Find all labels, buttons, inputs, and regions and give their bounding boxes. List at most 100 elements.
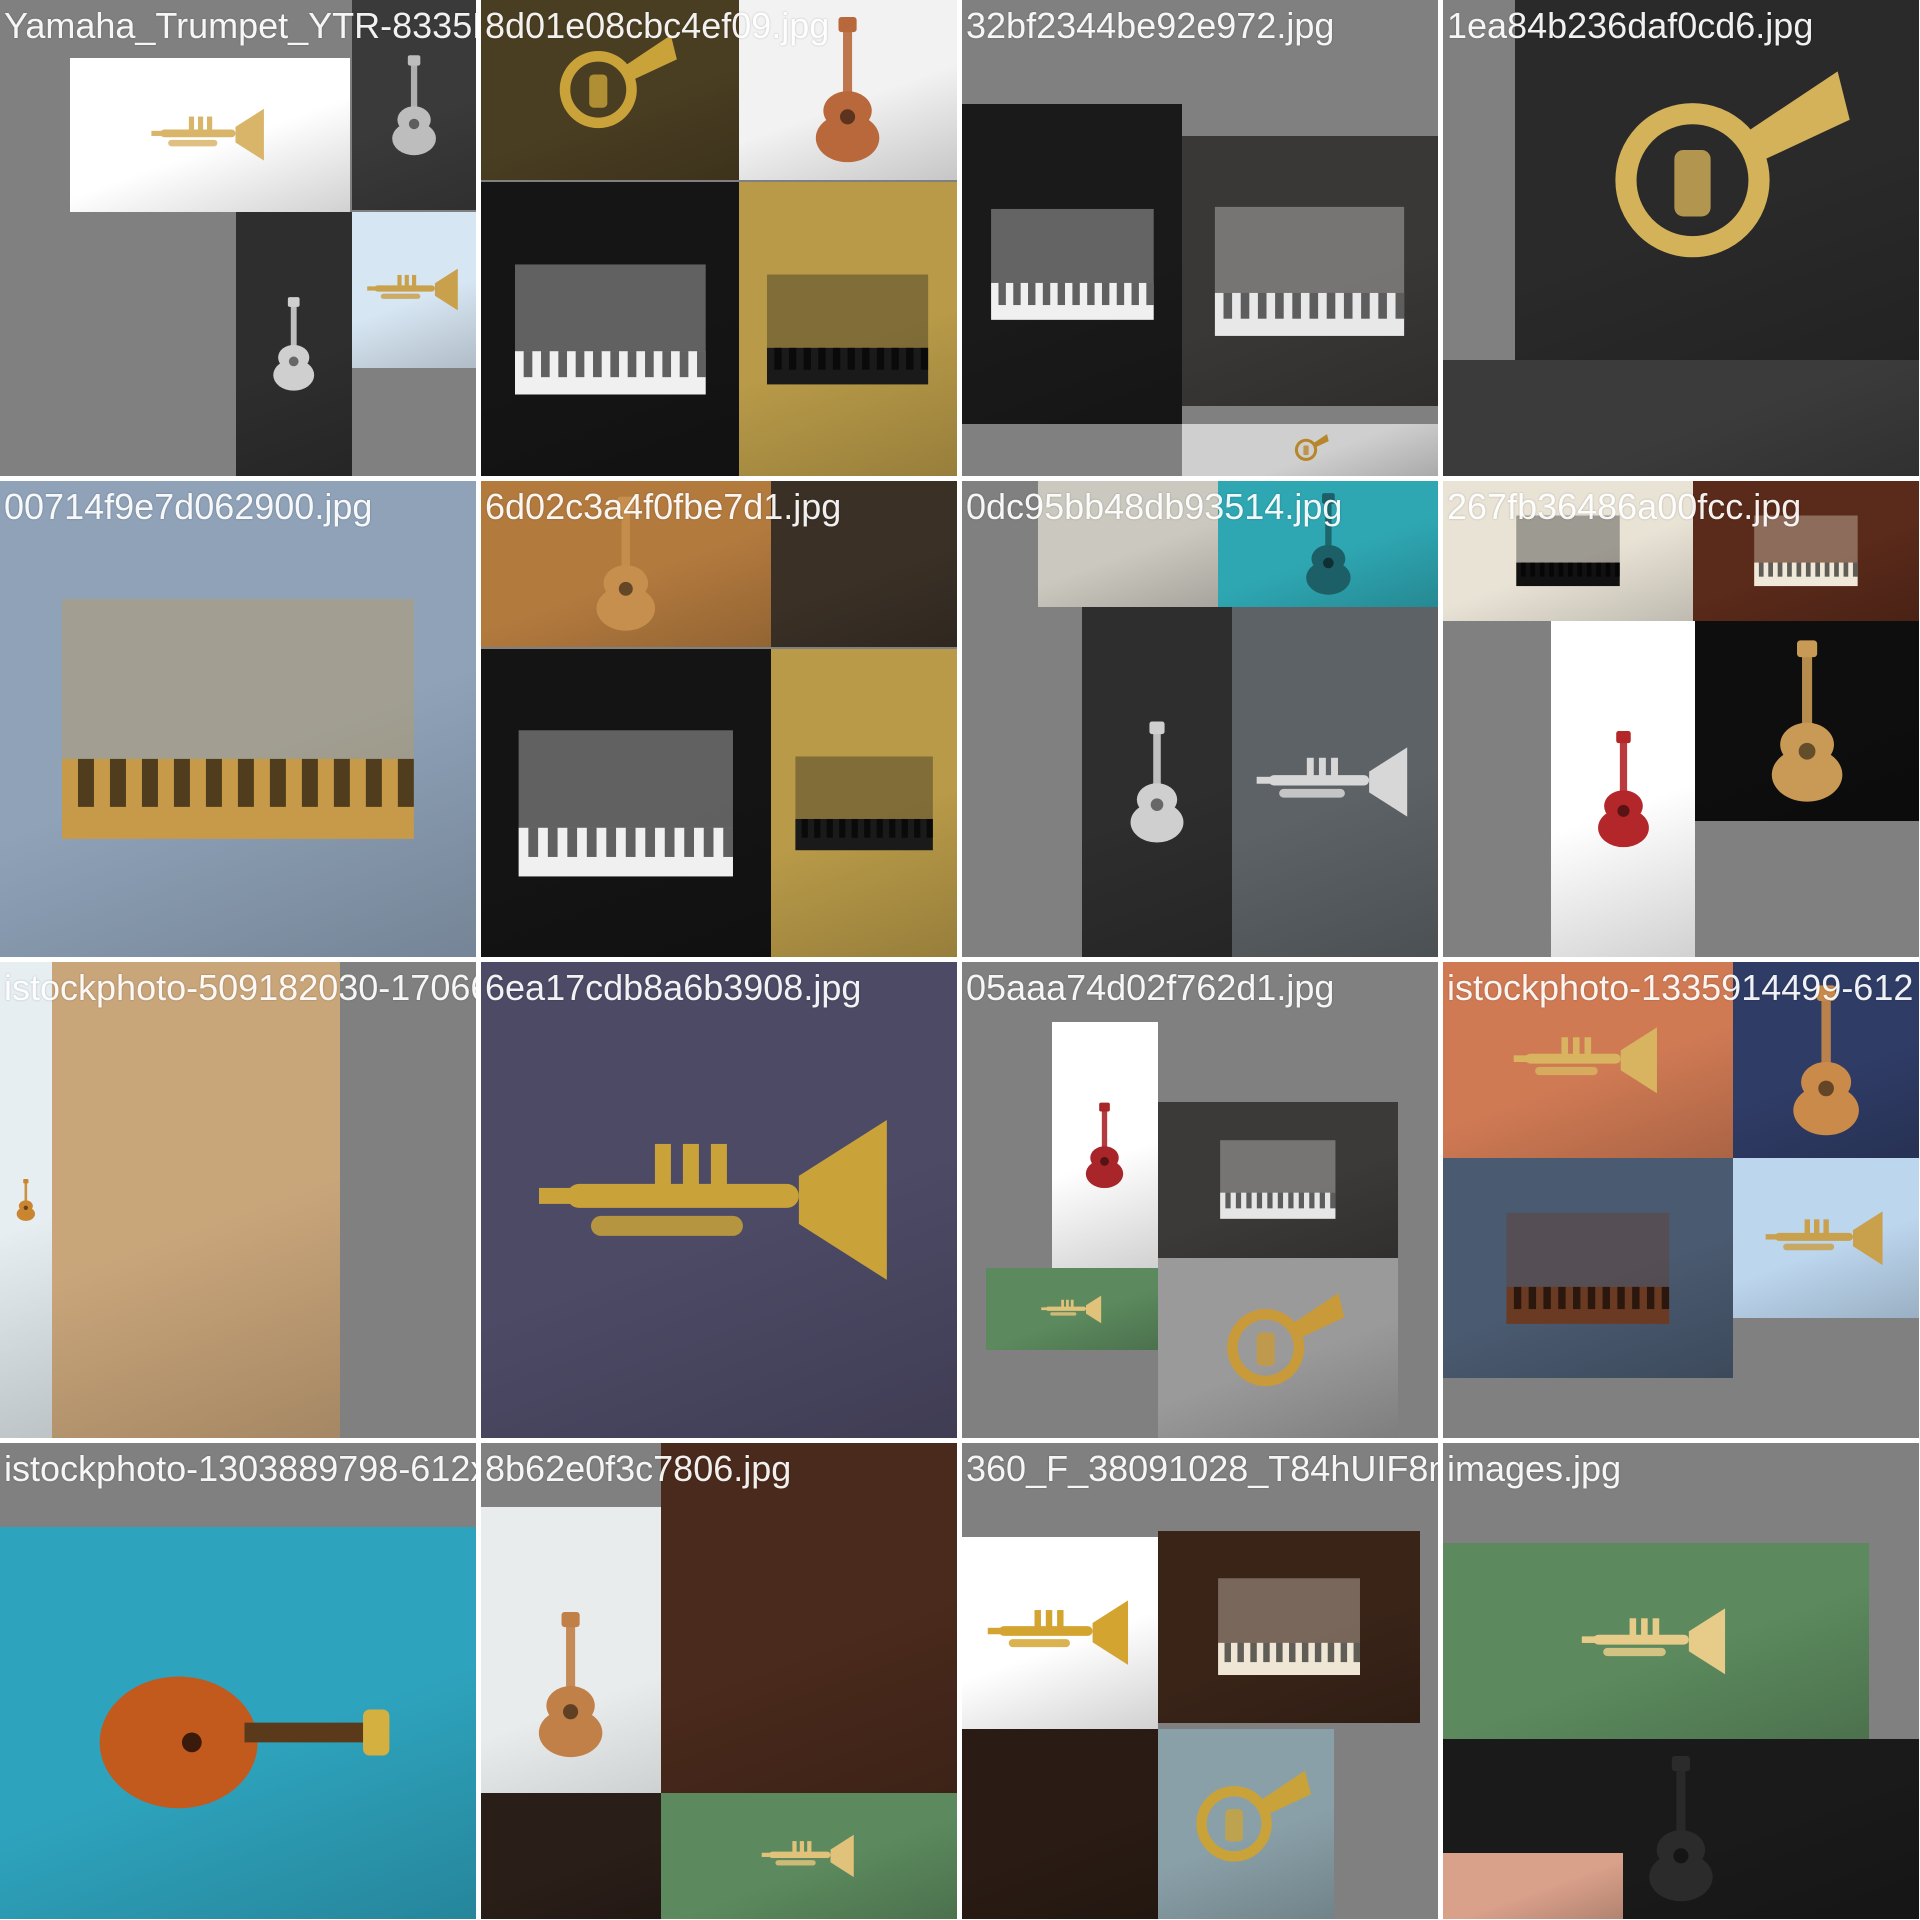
piano-shape (62, 599, 414, 839)
guitar-case-photo (1443, 360, 1919, 476)
guitar-shape (1130, 721, 1184, 843)
file-name-label: 267fb36486a00fcc.jpg (1447, 486, 1802, 527)
file-name-label: istockphoto-1335914499-612 (1447, 967, 1914, 1008)
trumpet-shape (367, 269, 458, 311)
file-name-label: 8d01e08cbc4ef09.jpg (485, 5, 830, 46)
file-name-label: 05aaa74d02f762d1.jpg (966, 967, 1335, 1008)
upright-piano-photo (962, 104, 1182, 424)
grand-piano-stage-photo (1158, 1102, 1398, 1258)
horn-shape (1196, 1770, 1312, 1862)
collage-cell[interactable]: 00714f9e7d062900.jpg (0, 481, 476, 957)
guitar-shape (16, 1179, 36, 1221)
upright-piano-photo (481, 649, 771, 957)
horn-shape (1615, 71, 1851, 258)
trumpet-photo (70, 58, 350, 212)
collage-cell[interactable]: 8d01e08cbc4ef09.jpg (481, 0, 957, 476)
red-electric-guitar-photo (1052, 1022, 1158, 1268)
acoustic-guitar-photo (0, 962, 52, 1438)
file-name-label: images.jpg (1447, 1448, 1622, 1489)
collage-cell[interactable]: 8b62e0f3c7806.jpg (481, 1443, 957, 1919)
collage-cell[interactable]: istockphoto-1303889798-612x612.jpg (0, 1443, 476, 1919)
antique-instrument-photo (481, 1793, 661, 1919)
mandolin-photo (0, 1527, 476, 1919)
antique-instrument-photo (661, 1443, 957, 1793)
collage-cell[interactable]: 0dc95bb48db93514.jpg (962, 481, 1438, 957)
piano-shape (1506, 1212, 1670, 1324)
collage-cell[interactable]: 6ea17cdb8a6b3908.jpg (481, 962, 957, 1438)
red-electric-guitar-photo (1551, 621, 1695, 957)
pianist-photo (1443, 1158, 1733, 1378)
trumpet-green-photo (986, 1268, 1158, 1350)
file-name-label: 6d02c3a4f0fbe7d1.jpg (485, 486, 842, 527)
horn-shape (1227, 1293, 1345, 1387)
upright-piano-photo (481, 182, 739, 476)
trumpet-green-photo (661, 1793, 957, 1919)
file-name-label: 360_F_38091028_T84hUIF8mages.jpg (966, 1448, 1438, 1489)
guitar-body-photo (1443, 1853, 1623, 1919)
piano-shape (1220, 1140, 1336, 1220)
file-name-label: 1ea84b236daf0cd6.jpg (1447, 5, 1814, 46)
file-name-label: 00714f9e7d062900.jpg (4, 486, 373, 527)
guitar-shape (1771, 640, 1843, 802)
saxophone-player-photo (1158, 1258, 1398, 1438)
trumpet-photo (962, 1537, 1158, 1729)
piano-shape (990, 208, 1154, 320)
guitar-shape (273, 297, 315, 391)
sousaphone-player-photo (1158, 1729, 1334, 1919)
file-name-label: 32bf2344be92e972.jpg (966, 5, 1335, 46)
upright-piano-photo (1158, 1531, 1420, 1723)
euphonium-player-photo (1515, 0, 1919, 360)
horn-shape (1295, 434, 1330, 462)
piano-shape (1218, 1578, 1360, 1676)
collage-cell[interactable]: istockphoto-1335914499-612 (1443, 962, 1919, 1438)
collage-cell[interactable]: 05aaa74d02f762d1.jpg (962, 962, 1438, 1438)
pianist-photo (771, 649, 957, 957)
collage-cell[interactable]: 1ea84b236daf0cd6.jpg (1443, 0, 1919, 476)
file-name-label: istockphoto-1303889798-612x612.jpg (4, 1448, 476, 1489)
trumpet-green-photo (1443, 1543, 1869, 1739)
trumpet-shape (1581, 1608, 1726, 1674)
collage-cell[interactable]: istockphoto-509182030-170667a.jpg (0, 962, 476, 1438)
guitar-shape (1597, 730, 1649, 848)
piano-shape (514, 263, 706, 395)
image-collage-grid: Yamaha_Trumpet_YTR-8335LA-pg4ef09.jpg 8d… (0, 0, 1920, 1920)
file-name-label: 6ea17cdb8a6b3908.jpg (485, 967, 862, 1008)
trumpet-shape (1765, 1211, 1883, 1265)
guitar-shape (1086, 1102, 1124, 1188)
file-name-label: istockphoto-509182030-170667a.jpg (4, 967, 476, 1008)
trumpet-player-photo (1232, 607, 1438, 957)
trumpet-shape (1040, 1295, 1101, 1323)
file-name-label: 8b62e0f3c7806.jpg (485, 1448, 792, 1489)
collage-cell[interactable]: 32bf2344be92e972.jpg (962, 0, 1438, 476)
trumpet-shape (539, 1120, 887, 1280)
grand-piano-stage-photo (1182, 136, 1438, 406)
file-name-label: Yamaha_Trumpet_YTR-8335LA-pg4ef09.jpg (4, 5, 476, 46)
collage-cell[interactable]: 360_F_38091028_T84hUIF8mages.jpg (962, 1443, 1438, 1919)
collage-cell[interactable]: Yamaha_Trumpet_YTR-8335LA-pg4ef09.jpg (0, 0, 476, 476)
piano-room-photo (962, 1729, 1158, 1919)
acoustic-guitar-photo (1695, 621, 1919, 821)
wood-floor-photo (52, 962, 340, 1438)
collage-cell[interactable]: 267fb36486a00fcc.jpg (1443, 481, 1919, 957)
guitar-shape (539, 1612, 603, 1758)
pianist-photo (739, 182, 957, 476)
piano-shape (767, 274, 929, 384)
collage-cell[interactable]: 6d02c3a4f0fbe7d1.jpg (481, 481, 957, 957)
piano-shape (518, 729, 734, 877)
trumpet-shape (1257, 747, 1408, 817)
trumpet-shape (151, 109, 265, 161)
glass-grand-piano-photo (0, 481, 476, 957)
trumpet-shape (761, 1834, 854, 1878)
saxophone-photo (1182, 424, 1438, 476)
acoustic-guitar-photo (236, 212, 352, 476)
acoustic-guitar-photo (1082, 607, 1232, 957)
trumpet-sky-photo (1733, 1158, 1919, 1318)
piano-shape (1215, 206, 1405, 336)
trumpet-shape (987, 1600, 1128, 1666)
file-name-label: 0dc95bb48db93514.jpg (966, 486, 1343, 527)
trumpet-and-guitar-duo-photo (481, 962, 957, 1438)
mandolin-shape (99, 1676, 390, 1809)
piano-shape (795, 756, 933, 850)
collage-cell[interactable]: images.jpg (1443, 1443, 1919, 1919)
trumpet-sky-photo (352, 212, 476, 368)
